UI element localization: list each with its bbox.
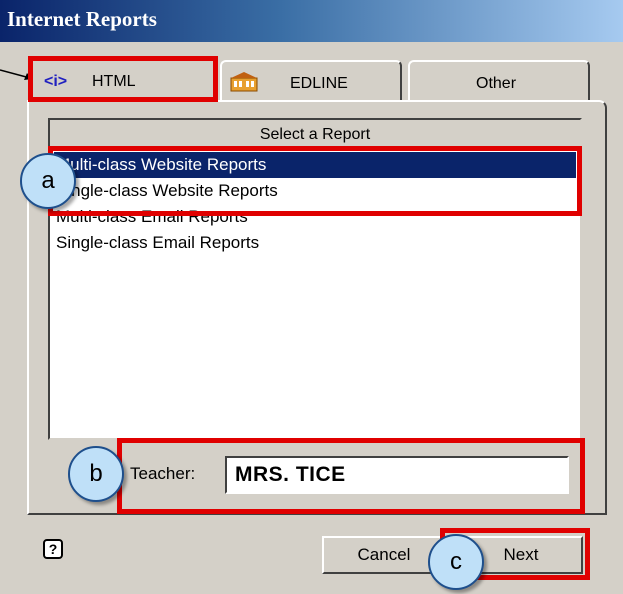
list-header: Select a Report bbox=[50, 120, 580, 148]
report-listbox[interactable]: Select a Report Multi-class Website Repo… bbox=[48, 118, 582, 440]
tab-other[interactable]: Other bbox=[408, 60, 590, 100]
building-icon bbox=[230, 72, 258, 92]
teacher-field[interactable]: MRS. TICE bbox=[225, 456, 569, 494]
cancel-button[interactable]: Cancel bbox=[322, 536, 446, 574]
callout-b: b bbox=[68, 446, 124, 502]
title-bar: Internet Reports bbox=[0, 0, 623, 42]
tab-edline[interactable]: EDLINE bbox=[220, 60, 402, 100]
tab-html-label: HTML bbox=[92, 73, 136, 90]
window-title: Internet Reports bbox=[7, 7, 157, 31]
tab-edline-label: EDLINE bbox=[290, 75, 348, 92]
help-icon[interactable]: ? bbox=[43, 539, 63, 559]
tab-html[interactable]: <i> HTML bbox=[28, 58, 216, 102]
callout-c: c bbox=[428, 534, 484, 590]
list-item[interactable]: Multi-class Email Reports bbox=[54, 204, 576, 230]
teacher-label: Teacher: bbox=[130, 464, 196, 483]
html-code-icon: <i> bbox=[44, 73, 68, 90]
list-item[interactable]: Multi-class Website Reports bbox=[54, 152, 576, 178]
list-item[interactable]: Single-class Website Reports bbox=[54, 178, 576, 204]
list-item[interactable]: Single-class Email Reports bbox=[54, 230, 576, 256]
callout-a: a bbox=[20, 153, 76, 209]
tab-other-label: Other bbox=[476, 75, 517, 92]
